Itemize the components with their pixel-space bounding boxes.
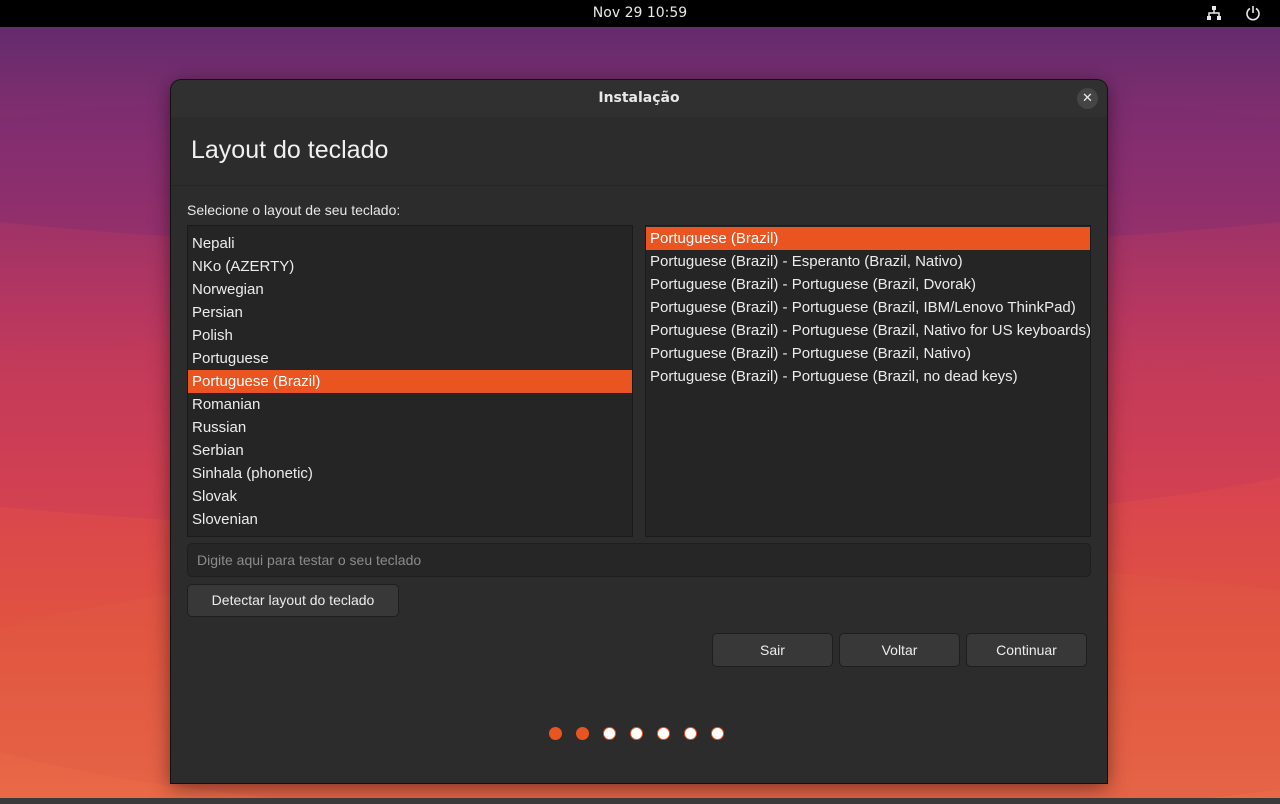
layout-list-item[interactable]: NKo (AZERTY) <box>188 255 632 278</box>
clock[interactable]: Nov 29 10:59 <box>0 5 1280 21</box>
installer-window: Instalação ✕ Layout do teclado Selecione… <box>171 80 1107 783</box>
progress-dot <box>684 727 697 740</box>
window-title: Instalação <box>598 90 680 106</box>
layout-list-item[interactable]: Slovak <box>188 485 632 508</box>
progress-dot <box>630 727 643 740</box>
variant-list-item[interactable]: Portuguese (Brazil) - Portuguese (Brazil… <box>646 296 1090 319</box>
variant-list[interactable]: Portuguese (Brazil) Portuguese (Brazil) -… <box>645 225 1091 537</box>
variant-list-item[interactable]: Portuguese (Brazil) - Portuguese (Brazil… <box>646 319 1090 342</box>
variant-list-item[interactable]: Portuguese (Brazil) - Portuguese (Brazil… <box>646 365 1090 388</box>
layout-list-item[interactable]: Russian <box>188 416 632 439</box>
network-icon[interactable] <box>1206 5 1222 21</box>
layout-list-item[interactable]: Serbian <box>188 439 632 462</box>
title-bar: Instalação ✕ <box>171 80 1107 117</box>
variant-list-item[interactable]: Portuguese (Brazil) <box>646 227 1090 250</box>
layout-list-item[interactable]: Persian <box>188 301 632 324</box>
select-layout-label: Selecione o layout de seu teclado: <box>187 202 401 218</box>
continue-button[interactable]: Continuar <box>966 633 1087 667</box>
close-button[interactable]: ✕ <box>1077 88 1098 109</box>
detect-layout-button[interactable]: Detectar layout do teclado <box>187 584 399 617</box>
close-icon: ✕ <box>1082 91 1093 106</box>
layout-list-item[interactable]: Slovenian <box>188 508 632 531</box>
progress-dots <box>549 727 739 743</box>
layout-list-item[interactable]: Portuguese <box>188 347 632 370</box>
page-title: Layout do teclado <box>191 136 389 164</box>
variant-list-item[interactable]: Portuguese (Brazil) - Portuguese (Brazil… <box>646 273 1090 296</box>
layout-list-item[interactable]: Polish <box>188 324 632 347</box>
layout-list-item[interactable]: Norwegian <box>188 278 632 301</box>
bottom-edge <box>0 798 1280 804</box>
variant-list-item[interactable]: Portuguese (Brazil) - Portuguese (Brazil… <box>646 342 1090 365</box>
quit-button[interactable]: Sair <box>712 633 833 667</box>
top-bar: Nov 29 10:59 <box>0 0 1280 27</box>
keyboard-test-input[interactable] <box>187 543 1091 577</box>
header-divider <box>171 185 1107 186</box>
progress-dot <box>549 727 562 740</box>
layout-list-item[interactable]: Romanian <box>188 393 632 416</box>
back-button[interactable]: Voltar <box>839 633 960 667</box>
layout-list-item[interactable]: Sinhala (phonetic) <box>188 462 632 485</box>
layout-list-item[interactable]: Nepali <box>188 232 632 255</box>
progress-dot <box>603 727 616 740</box>
layout-list-item[interactable]: Portuguese (Brazil) <box>188 370 632 393</box>
progress-dot <box>711 727 724 740</box>
progress-dot <box>657 727 670 740</box>
layout-list[interactable]: Nepali NKo (AZERTY) Norwegian Persian Polish… <box>187 225 633 537</box>
power-icon[interactable] <box>1245 5 1261 21</box>
progress-dot <box>576 727 589 740</box>
variant-list-item[interactable]: Portuguese (Brazil) - Esperanto (Brazil,… <box>646 250 1090 273</box>
